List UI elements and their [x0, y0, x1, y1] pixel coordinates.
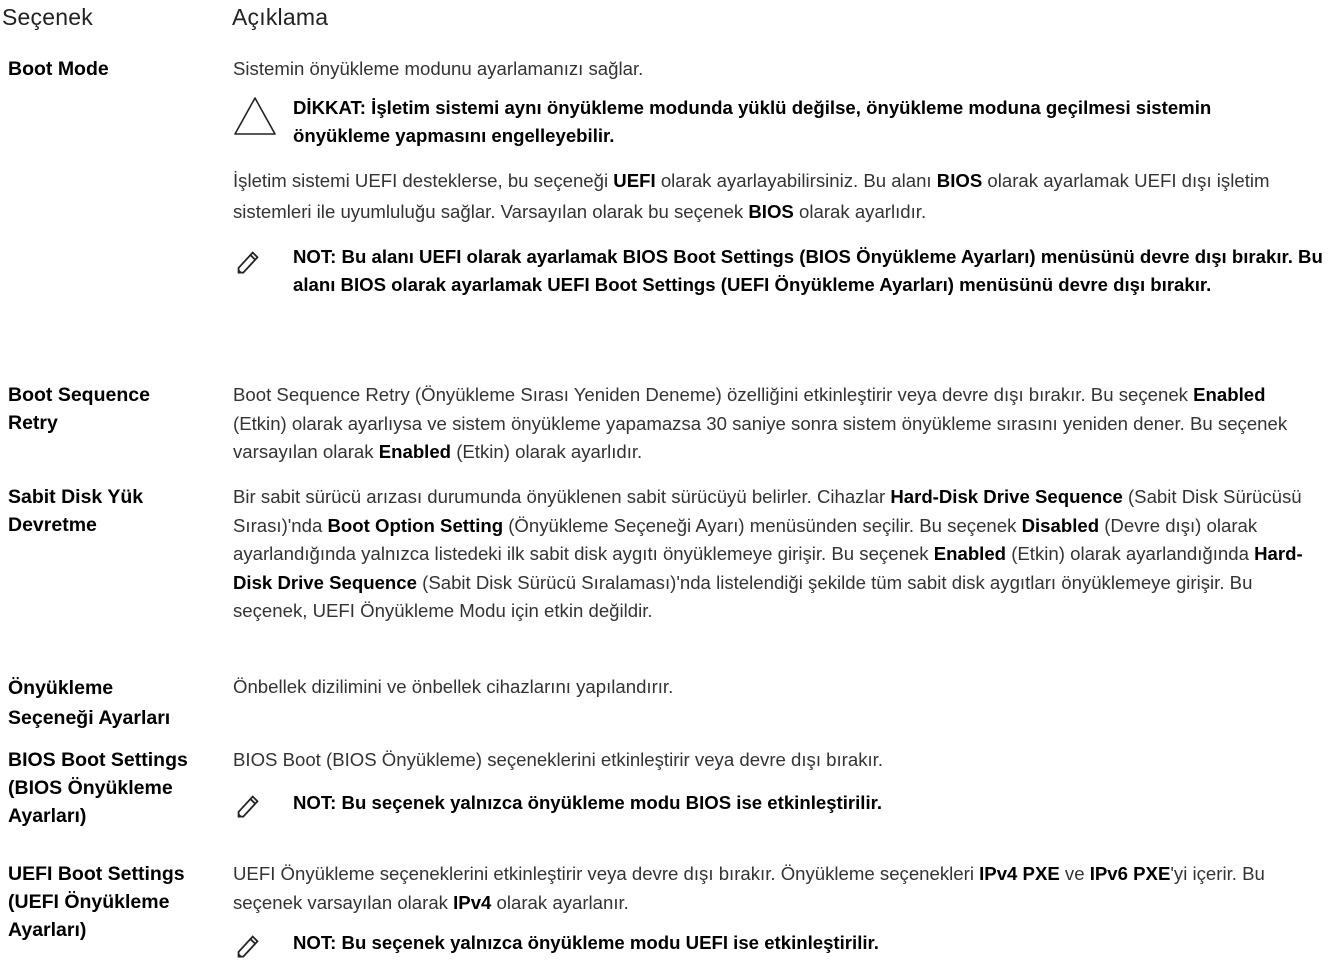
description-text: UEFI Önyükleme seçeneklerini etkinleştir…: [233, 863, 1265, 913]
bios-boot-options-table: Seçenek Açıklama Boot Mode Sistemin önyü…: [0, 0, 1333, 971]
description-text: BIOS Boot (BIOS Önyükleme) seçeneklerini…: [233, 749, 884, 770]
note-text: NOT: Bu alanı UEFI olarak ayarlamak BIOS…: [293, 245, 1323, 295]
option-name: Önyükleme Seçeneği Ayarları: [8, 677, 171, 729]
option-name: BIOS Boot Settings (BIOS Önyükleme Ayarl…: [8, 749, 188, 827]
option-description: Bir sabit sürücü arızası durumunda önyük…: [233, 483, 1323, 626]
option-description: Boot Sequence Retry (Önyükleme Sırası Ye…: [233, 381, 1323, 467]
note-text: NOT: Bu seçenek yalnızca önyükleme modu …: [293, 932, 879, 953]
note-text: NOT: Bu seçenek yalnızca önyükleme modu …: [293, 791, 883, 813]
option-name: Sabit Disk Yük Devretme: [8, 486, 144, 536]
note-callout: NOT: Bu seçenek yalnızca önyükleme modu …: [233, 929, 1323, 958]
warning-triangle-icon: [234, 96, 276, 135]
option-description: Sistemin önyükleme modunu ayarlamanızı s…: [233, 55, 1323, 299]
description-text: Bir sabit sürücü arızası durumunda önyük…: [233, 486, 1303, 621]
pencil-note-icon: [237, 250, 259, 274]
pencil-note-icon: [237, 935, 259, 958]
option-name: UEFI Boot Settings (UEFI Önyükleme Ayarl…: [8, 863, 185, 941]
column-header-description: Açıklama: [232, 4, 329, 30]
caution-text: DİKKAT: İşletim sistemi aynı önyükleme m…: [293, 96, 1212, 146]
pencil-note-icon: [237, 794, 259, 818]
description-text: Boot Sequence Retry (Önyükleme Sırası Ye…: [233, 384, 1288, 462]
option-description: BIOS Boot (BIOS Önyükleme) seçeneklerini…: [233, 746, 1323, 818]
description-text: Önbellek dizilimini ve önbellek cihazlar…: [233, 676, 674, 697]
option-name: Boot Sequence Retry: [8, 384, 150, 434]
note-callout: NOT: Bu seçenek yalnızca önyükleme modu …: [233, 789, 1323, 818]
description-text-2: İşletim sistemi UEFI desteklerse, bu seç…: [233, 169, 1270, 222]
description-text: Sistemin önyükleme modunu ayarlamanızı s…: [233, 58, 644, 79]
option-description: UEFI Önyükleme seçeneklerini etkinleştir…: [233, 860, 1323, 958]
caution-callout: DİKKAT: İşletim sistemi aynı önyükleme m…: [233, 94, 1323, 150]
column-header-option: Seçenek: [2, 4, 93, 30]
option-description: Önbellek dizilimini ve önbellek cihazlar…: [233, 673, 1323, 702]
note-callout: NOT: Bu alanı UEFI olarak ayarlamak BIOS…: [233, 243, 1323, 299]
option-name: Boot Mode: [8, 58, 109, 80]
